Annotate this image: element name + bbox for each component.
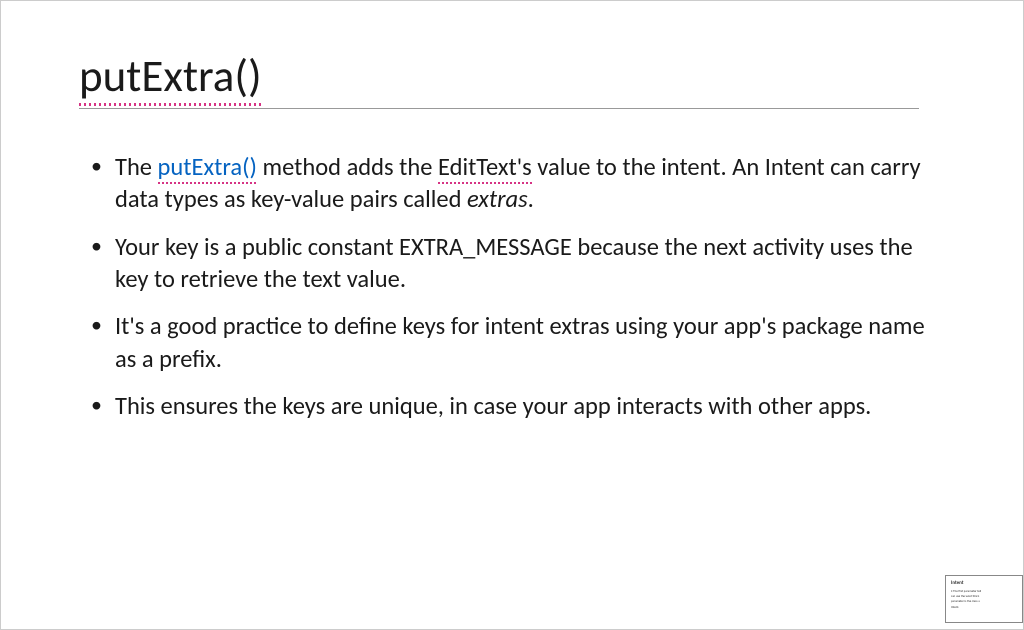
bullet-item: The putExtra() method adds the EditText'… — [91, 151, 945, 216]
thumbnail-title: Intent — [951, 580, 1017, 586]
bullet-text: This ensures the keys are unique, in cas… — [115, 391, 871, 421]
bullet-item: It's a good practice to define keys for … — [91, 310, 945, 375]
thumbnail-line: Intent. — [951, 605, 1017, 609]
bullet-text: method adds the — [257, 152, 438, 182]
put-extra-link[interactable]: putExtra() — [158, 151, 257, 183]
bullet-text: The — [115, 152, 158, 182]
edittext-word: EditText's — [438, 151, 532, 183]
extras-word: extras — [467, 184, 528, 214]
thumbnail-line: parameter is the class a — [951, 599, 1017, 603]
thumbnail-line: can use the word this b — [951, 594, 1017, 598]
slide-content: putExtra() The putExtra() method adds th… — [1, 1, 1023, 629]
bullet-text: It's a good practice to define keys for … — [115, 311, 925, 373]
slide-title: putExtra() — [79, 49, 919, 109]
bullet-text: . — [528, 184, 534, 214]
title-text: putExtra() — [79, 49, 262, 104]
bullet-item: Your key is a public constant EXTRA_MESS… — [91, 231, 945, 296]
thumbnail-line: • The first parameter tell — [951, 589, 1017, 593]
bullet-item: This ensures the keys are unique, in cas… — [91, 390, 945, 422]
bullet-list: The putExtra() method adds the EditText'… — [79, 151, 945, 422]
bullet-text: Your key is a public constant EXTRA_MESS… — [115, 232, 913, 294]
slide-thumbnail[interactable]: Intent • The first parameter tell can us… — [945, 575, 1023, 623]
